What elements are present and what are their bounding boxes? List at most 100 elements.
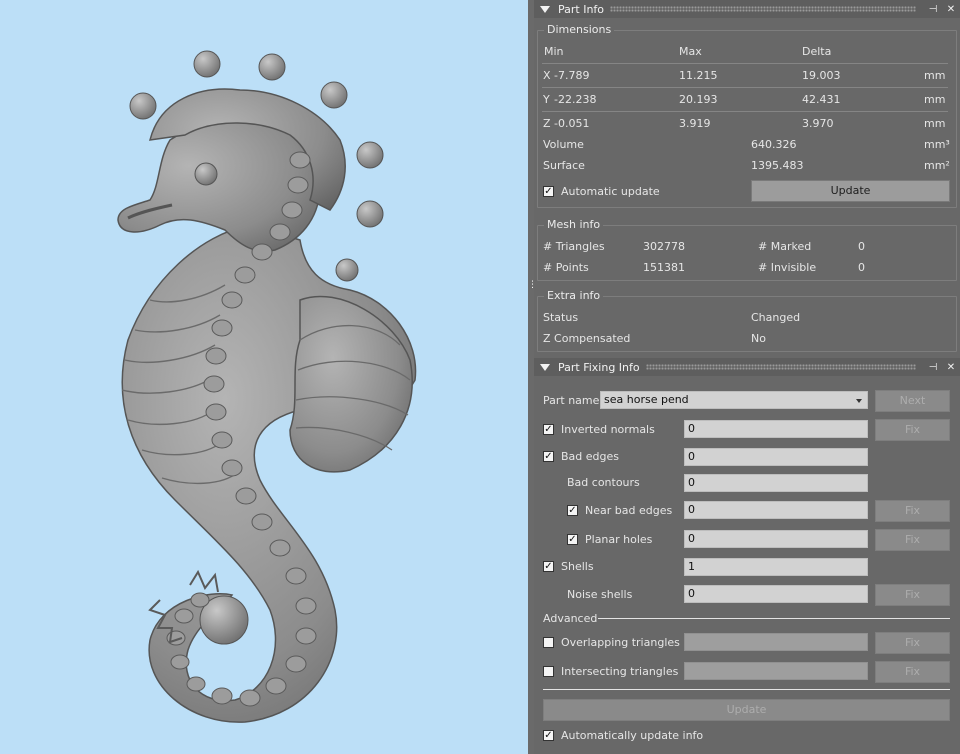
z-unit: mm — [924, 117, 946, 130]
inverted-normals-label: Inverted normals — [561, 423, 655, 436]
near-bad-edges-checkbox[interactable]: ✓ — [567, 505, 578, 516]
planar-holes-field[interactable]: 0 — [684, 530, 868, 548]
near-bad-edges-field[interactable]: 0 — [684, 501, 868, 519]
bad-edges-checkbox[interactable]: ✓ — [543, 451, 554, 462]
bottom-separator — [543, 689, 950, 690]
part-info-title: Part Info — [558, 2, 605, 16]
part-name-value: sea horse pend — [604, 393, 689, 406]
advanced-label: Advanced — [543, 612, 598, 625]
shells-label: Shells — [561, 560, 594, 573]
fix-overlapping-button[interactable]: Fix — [875, 632, 950, 654]
fix-planar-holes-button[interactable]: Fix — [875, 529, 950, 551]
z-min: -0.051 — [554, 117, 590, 130]
auto-update-info-label: Automatically update info — [561, 729, 704, 742]
auto-update-info-checkbox[interactable]: ✓ — [543, 730, 554, 741]
planar-holes-checkbox[interactable]: ✓ — [567, 534, 578, 545]
automatic-update-label: Automatic update — [561, 185, 660, 198]
divider — [542, 63, 948, 64]
next-button[interactable]: Next — [875, 390, 950, 412]
invisible-value: 0 — [858, 261, 865, 274]
triangles-label: # Triangles — [543, 240, 605, 253]
overlapping-triangles-field[interactable] — [684, 633, 868, 651]
noise-shells-label: Noise shells — [567, 588, 633, 601]
automatic-update-checkbox[interactable]: ✓ — [543, 186, 554, 197]
z-delta: 3.970 — [802, 117, 834, 130]
y-unit: mm — [924, 93, 946, 106]
x-max: 11.215 — [679, 69, 718, 82]
surface-label: Surface — [543, 159, 585, 172]
overlapping-triangles-label: Overlapping triangles — [561, 636, 680, 649]
part-info-titlebar[interactable]: Part Info ⊣ ✕ — [534, 0, 960, 18]
noise-shells-field[interactable]: 0 — [684, 585, 868, 603]
part-fixing-title: Part Fixing Info — [558, 360, 640, 374]
z-axis-label: Z — [543, 117, 551, 130]
splitter-grip-icon: ⋮ — [528, 280, 537, 290]
part-fixing-titlebar[interactable]: Part Fixing Info ⊣ ✕ — [534, 358, 960, 376]
mesh-info-group: Mesh info — [537, 218, 957, 281]
bad-edges-label: Bad edges — [561, 450, 619, 463]
divider — [542, 111, 948, 112]
right-panel: Part Info ⊣ ✕ Dimensions Min Max Delta X… — [534, 0, 960, 754]
close-icon[interactable]: ✕ — [942, 362, 960, 373]
marked-value: 0 — [858, 240, 865, 253]
mesh-info-legend: Mesh info — [544, 218, 604, 231]
x-min: -7.789 — [554, 69, 590, 82]
z-compensated-value: No — [751, 332, 766, 345]
titlebar-grip — [610, 6, 916, 12]
y-min: -22.238 — [554, 93, 597, 106]
collapse-triangle-icon[interactable] — [540, 363, 550, 371]
inverted-normals-checkbox[interactable]: ✓ — [543, 424, 554, 435]
close-icon[interactable]: ✕ — [942, 4, 960, 15]
3d-viewport[interactable] — [0, 0, 528, 754]
header-min: Min — [544, 45, 564, 58]
near-bad-edges-label: Near bad edges — [585, 504, 673, 517]
y-max: 20.193 — [679, 93, 718, 106]
triangles-value: 302778 — [643, 240, 685, 253]
intersecting-triangles-field[interactable] — [684, 662, 868, 680]
invisible-label: # Invisible — [758, 261, 817, 274]
points-value: 151381 — [643, 261, 685, 274]
collapse-triangle-icon[interactable] — [540, 5, 550, 13]
seahorse-model — [117, 50, 417, 723]
intersecting-triangles-label: Intersecting triangles — [561, 665, 679, 678]
part-name-select[interactable]: sea horse pend — [600, 391, 868, 409]
volume-value: 640.326 — [751, 138, 797, 151]
pin-icon[interactable]: ⊣ — [924, 362, 942, 373]
planar-holes-label: Planar holes — [585, 533, 653, 546]
header-max: Max — [679, 45, 702, 58]
divider — [542, 87, 948, 88]
bad-contours-field[interactable]: 0 — [684, 474, 868, 492]
fix-near-bad-edges-button[interactable]: Fix — [875, 500, 950, 522]
points-label: # Points — [543, 261, 589, 274]
shells-field[interactable]: 1 — [684, 558, 868, 576]
shells-checkbox[interactable]: ✓ — [543, 561, 554, 572]
advanced-separator — [598, 618, 950, 619]
chevron-down-icon — [856, 399, 862, 403]
extra-info-legend: Extra info — [544, 289, 604, 302]
bad-edges-field[interactable]: 0 — [684, 448, 868, 466]
volume-label: Volume — [543, 138, 584, 151]
pin-icon[interactable]: ⊣ — [924, 4, 942, 15]
volume-unit: mm³ — [924, 138, 950, 151]
header-delta: Delta — [802, 45, 832, 58]
fix-noise-shells-button[interactable]: Fix — [875, 584, 950, 606]
fix-inverted-normals-button[interactable]: Fix — [875, 419, 950, 441]
surface-unit: mm² — [924, 159, 950, 172]
titlebar-grip — [645, 364, 916, 370]
status-value: Changed — [751, 311, 801, 324]
x-delta: 19.003 — [802, 69, 841, 82]
y-delta: 42.431 — [802, 93, 841, 106]
intersecting-triangles-checkbox[interactable] — [543, 666, 554, 677]
z-max: 3.919 — [679, 117, 711, 130]
z-compensated-label: Z Compensated — [543, 332, 631, 345]
overlapping-triangles-checkbox[interactable] — [543, 637, 554, 648]
y-axis-label: Y — [543, 93, 550, 106]
marked-label: # Marked — [758, 240, 812, 253]
x-axis-label: X — [543, 69, 551, 82]
fixing-update-button[interactable]: Update — [543, 699, 950, 721]
part-name-label: Part name — [543, 394, 600, 407]
fix-intersecting-button[interactable]: Fix — [875, 661, 950, 683]
inverted-normals-field[interactable]: 0 — [684, 420, 868, 438]
dimensions-update-button[interactable]: Update — [751, 180, 950, 202]
bad-contours-label: Bad contours — [567, 476, 640, 489]
